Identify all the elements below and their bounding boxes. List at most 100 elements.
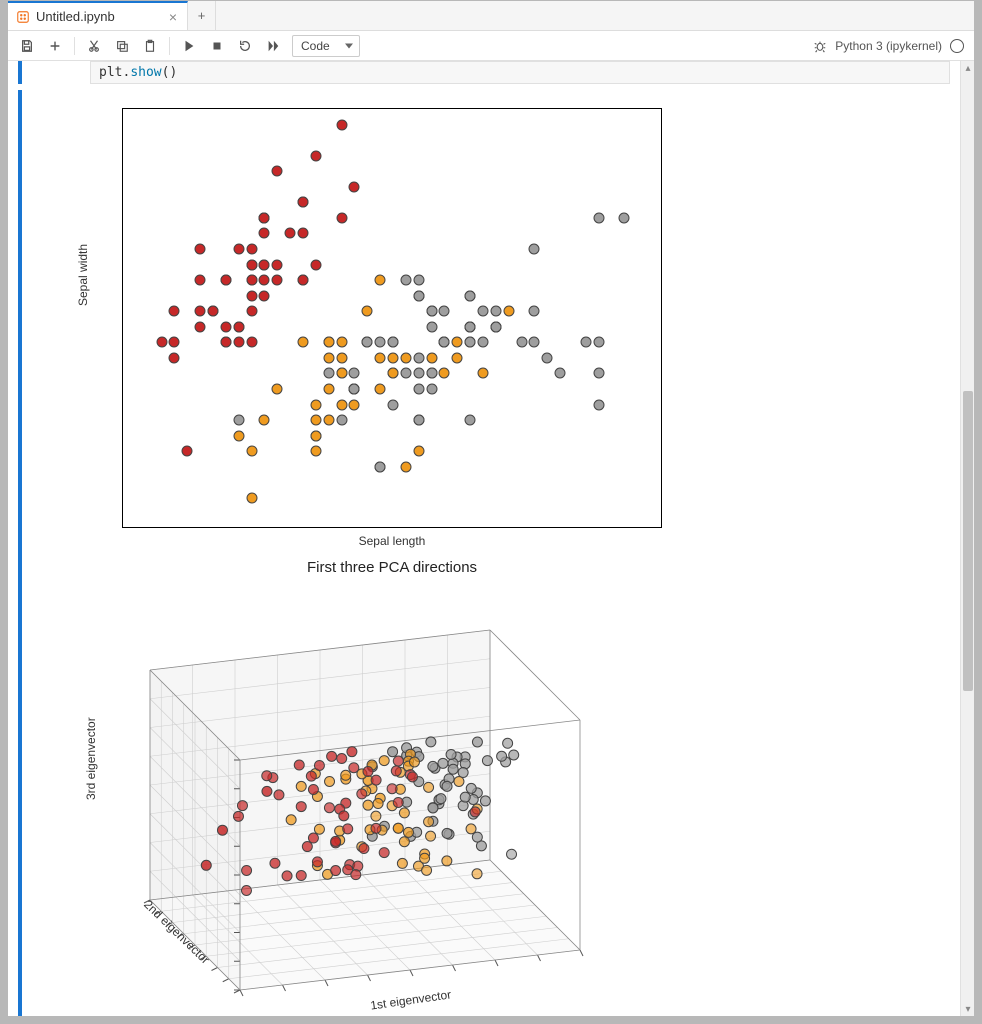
data-point [422,865,432,875]
data-point [246,290,257,301]
data-point [246,492,257,503]
copy-button[interactable] [109,34,135,58]
data-point [359,844,369,854]
scroll-thumb[interactable] [963,391,973,691]
data-point [337,754,347,764]
data-point [363,800,373,810]
data-point [349,763,359,773]
data-point [217,825,227,835]
data-point [375,384,386,395]
data-point [379,756,389,766]
data-point [529,244,540,255]
data-point [442,828,452,838]
debugger-icon[interactable] [807,34,833,58]
notebook-area: plt.show() Sepal width Sepal length Firs… [8,61,974,1016]
data-point [259,212,270,223]
scatter-chart: Sepal width Sepal length First three PCA… [90,96,670,576]
data-point [393,823,403,833]
add-tab-button[interactable]: + [188,1,216,30]
data-point [371,823,381,833]
code-input[interactable]: plt.show() [90,61,950,84]
data-point [507,849,517,859]
data-point [375,337,386,348]
data-point [323,368,334,379]
data-point [296,871,306,881]
data-point [282,871,292,881]
data-point [426,352,437,363]
data-point [259,259,270,270]
chart-xlabel: Sepal length [122,534,662,548]
data-point [233,244,244,255]
data-point [442,781,452,791]
scrollbar[interactable]: ▴ ▾ [960,61,974,1016]
data-point [388,337,399,348]
data-point [325,776,335,786]
close-icon[interactable]: × [169,10,177,24]
restart-run-all-button[interactable] [260,34,286,58]
toolbar: Code Python 3 (ipykernel) [8,31,974,61]
data-point [302,842,312,852]
interrupt-button[interactable] [204,34,230,58]
data-point [274,790,284,800]
run-button[interactable] [176,34,202,58]
data-point [246,259,257,270]
kernel-name[interactable]: Python 3 (ipykernel) [835,39,942,53]
data-point [259,275,270,286]
tab-title: Untitled.ipynb [36,9,163,24]
data-point [448,764,458,774]
data-point [593,337,604,348]
data-point [438,758,448,768]
data-point [220,321,231,332]
data-point [259,415,270,426]
data-point [503,306,514,317]
code-cell[interactable]: plt.show() [18,61,950,84]
kernel-status-icon[interactable] [950,39,964,53]
save-button[interactable] [14,34,40,58]
data-point [426,368,437,379]
data-point [298,337,309,348]
data-point [490,306,501,317]
cell-type-value: Code [301,39,330,53]
data-point [413,446,424,457]
paste-button[interactable] [137,34,163,58]
data-point [413,290,424,301]
data-point [314,824,324,834]
data-point [331,866,341,876]
data-point [336,212,347,223]
scroll-down-icon[interactable]: ▾ [961,1002,974,1016]
data-point [428,761,438,771]
data-point [182,446,193,457]
data-point [442,856,452,866]
data-point [436,794,446,804]
data-point [296,802,306,812]
data-point [426,831,436,841]
scroll-up-icon[interactable]: ▴ [961,61,974,75]
data-point [246,275,257,286]
data-point [233,337,244,348]
data-point [403,827,413,837]
cut-button[interactable] [81,34,107,58]
data-point [336,368,347,379]
data-point [363,767,373,777]
restart-button[interactable] [232,34,258,58]
chart3d-svg [90,580,650,1016]
scatter3d-chart: 3rd eigenvector 2nd eigenvector 1st eige… [90,580,650,1016]
insert-cell-button[interactable] [42,34,68,58]
data-point [391,766,401,776]
data-point [388,747,398,757]
data-point [400,368,411,379]
cell-type-select[interactable]: Code [292,35,360,57]
data-point [375,461,386,472]
data-point [286,815,296,825]
data-point [413,352,424,363]
data-point [310,430,321,441]
chart3d-zlabel: 3rd eigenvector [84,717,98,800]
tab-bar: Untitled.ipynb × + [8,1,974,31]
data-point [593,368,604,379]
data-point [460,792,470,802]
file-tab[interactable]: Untitled.ipynb × [8,1,188,30]
data-point [339,811,349,821]
data-point [388,368,399,379]
data-point [387,784,397,794]
data-point [341,770,351,780]
